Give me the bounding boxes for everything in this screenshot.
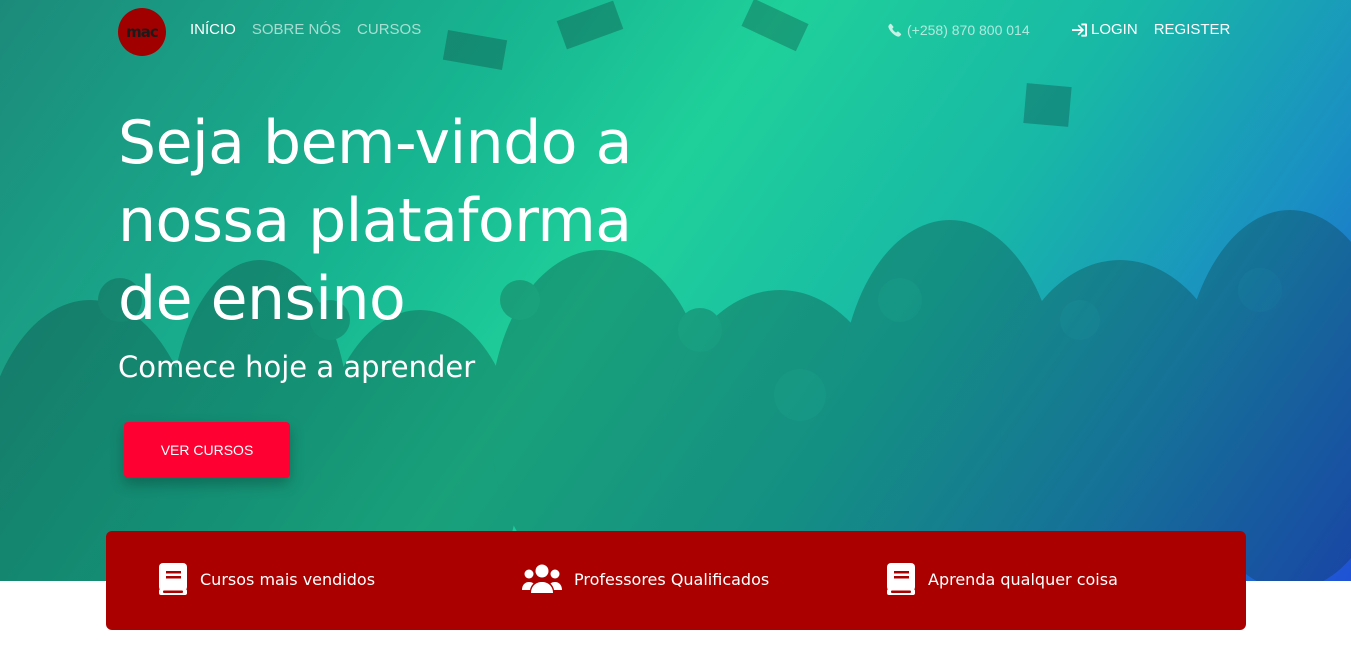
ver-cursos-button[interactable]: VER CURSOS (124, 422, 290, 478)
sign-in-icon (1072, 22, 1087, 37)
feature-label: Cursos mais vendidos (200, 569, 376, 589)
users-icon (522, 564, 562, 593)
nav-link-sobre-nos[interactable]: SOBRE NÓS (252, 21, 341, 38)
feature-item-aprenda: Aprenda qualquer coisa (886, 563, 1118, 595)
login-label: LOGIN (1091, 21, 1138, 38)
hero-section: mac INÍCIO SOBRE NÓS CURSOS (+258) 870 8… (0, 0, 1351, 581)
hero-headline: Seja bem-vindo a nossa plataforma de ens… (118, 108, 632, 334)
feature-item-cursos: Cursos mais vendidos (158, 563, 375, 595)
nav-link-inicio[interactable]: INÍCIO (190, 21, 236, 38)
nav-link-cursos[interactable]: CURSOS (357, 21, 421, 38)
login-link[interactable]: LOGIN (1072, 21, 1138, 38)
feature-label: Aprenda qualquer coisa (928, 569, 1118, 589)
auth-links: LOGIN REGISTER (1072, 21, 1230, 38)
feature-label: Professores Qualificados (574, 569, 770, 589)
hero-subtitle: Comece hoje a aprender (118, 350, 476, 384)
phone-icon (888, 23, 902, 37)
phone-number: (+258) 870 800 014 (907, 22, 1030, 38)
register-link[interactable]: REGISTER (1154, 21, 1231, 38)
navbar: mac INÍCIO SOBRE NÓS CURSOS (+258) 870 8… (0, 0, 1351, 62)
features-bar: Cursos mais vendidos Professores Qualifi… (106, 531, 1246, 630)
phone-contact: (+258) 870 800 014 (888, 22, 1030, 38)
book-icon (159, 563, 187, 595)
logo[interactable]: mac (118, 8, 166, 56)
logo-text: mac (126, 23, 159, 41)
book-icon (887, 563, 915, 595)
nav-links: INÍCIO SOBRE NÓS CURSOS (190, 21, 421, 38)
feature-item-professores: Professores Qualificados (522, 563, 769, 595)
register-label: REGISTER (1153, 21, 1231, 38)
